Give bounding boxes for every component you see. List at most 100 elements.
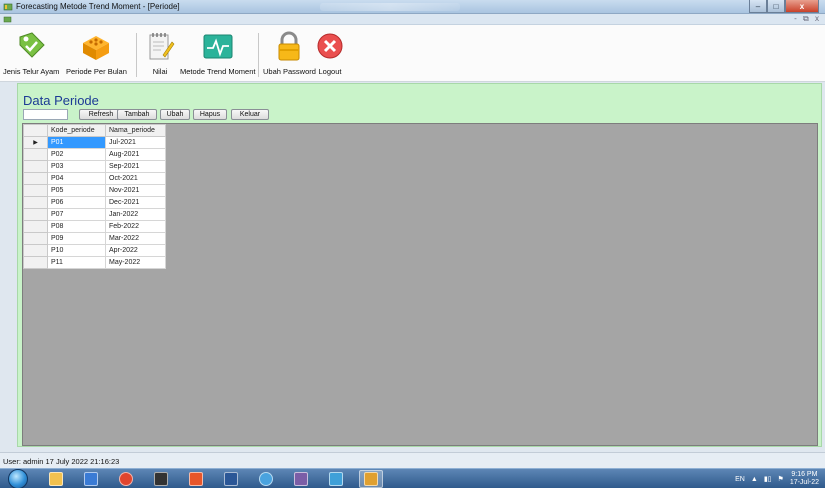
row-header[interactable] [23,172,48,185]
clock[interactable]: 9:16 PM 17-Jul-22 [790,471,819,487]
terminal-icon [154,472,168,486]
app-icon [3,3,13,11]
start-button[interactable] [8,469,28,488]
cell-nama-periode[interactable]: Feb-2022 [105,220,166,233]
table-row[interactable]: P10 Apr-2022 [23,244,166,257]
hapus-button[interactable]: Hapus [193,109,227,120]
keluar-button[interactable]: Keluar [231,109,269,120]
row-header[interactable]: ▶ [23,136,48,149]
toolbar-separator [136,33,137,77]
table-row[interactable]: P07 Jan-2022 [23,208,166,221]
cell-nama-periode[interactable]: Oct-2021 [105,172,166,185]
cell-nama-periode[interactable]: Sep-2021 [105,160,166,173]
cell-nama-periode[interactable]: Jul-2021 [105,136,166,149]
maximize-button[interactable]: □ [767,0,785,13]
toolbar-periode-per-bulan[interactable]: Periode Per Bulan [66,29,127,76]
table-row[interactable]: P11 May-2022 [23,256,166,269]
row-header[interactable] [23,160,48,173]
browser-icon [259,472,273,486]
table-row[interactable]: P02 Aug-2021 [23,148,166,161]
row-header[interactable] [23,244,48,257]
cell-kode-periode[interactable]: P07 [47,208,106,221]
periode-form: Data Periode Refresh Tambah Ubah Hapus K… [17,83,822,447]
cell-kode-periode[interactable]: P04 [47,172,106,185]
column-header-kode-periode[interactable]: Kode_periode [47,124,106,137]
row-header[interactable] [23,196,48,209]
minimize-button[interactable]: ‒ [749,0,767,13]
cell-kode-periode[interactable]: P10 [47,244,106,257]
taskbar-browser-icon[interactable] [254,470,278,488]
form-title: Data Periode [23,93,99,108]
cell-kode-periode[interactable]: P03 [47,160,106,173]
cell-nama-periode[interactable]: May-2022 [105,256,166,269]
cell-nama-periode[interactable]: Nov-2021 [105,184,166,197]
row-header[interactable] [23,256,48,269]
table-row[interactable]: P05 Nov-2021 [23,184,166,197]
toolbar-metode-trend-moment[interactable]: Metode Trend Moment [180,29,255,76]
window-title: Forecasting Metode Trend Moment - [Perio… [16,2,180,11]
taskbar-box-app-icon[interactable] [79,470,103,488]
close-circle-icon [317,33,343,59]
tag-icon [19,32,45,58]
taskbar-vs-icon[interactable] [289,470,313,488]
row-header-corner[interactable] [23,124,48,137]
office-icon [224,472,238,486]
network-status-icon[interactable]: ▮▯ [764,475,772,483]
row-header[interactable] [23,220,48,233]
toolbar-label: Metode Trend Moment [180,67,256,76]
search-input[interactable] [23,109,68,120]
mdi-window-controls[interactable]: - ⧉ x [794,14,821,24]
taskbar-office-icon[interactable] [219,470,243,488]
cell-kode-periode[interactable]: P09 [47,232,106,245]
close-button[interactable]: x [785,0,819,13]
row-header[interactable] [23,208,48,221]
cell-kode-periode[interactable]: P11 [47,256,106,269]
taskbar-chrome-icon[interactable] [114,470,138,488]
toolbar-label: Periode Per Bulan [66,67,127,76]
cell-kode-periode[interactable]: P01 [47,136,106,149]
table-row[interactable]: ▶ P01 Jul-2021 [23,136,166,149]
cell-nama-periode[interactable]: Mar-2022 [105,232,166,245]
mdi-child-icon[interactable] [3,15,12,24]
cell-kode-periode[interactable]: P05 [47,184,106,197]
row-header[interactable] [23,232,48,245]
taskbar-explorer-icon[interactable] [44,470,68,488]
notepad-icon [149,33,175,60]
toolbar-nilai[interactable]: Nilai [143,29,177,76]
ubah-button[interactable]: Ubah [160,109,190,120]
clock-time: 9:16 PM [791,471,818,478]
taskbar-terminal-icon[interactable] [149,470,173,488]
table-row[interactable]: P09 Mar-2022 [23,232,166,245]
tambah-button[interactable]: Tambah [117,109,157,120]
cell-nama-periode[interactable]: Apr-2022 [105,244,166,257]
table-row[interactable]: P06 Dec-2021 [23,196,166,209]
row-header[interactable] [23,148,48,161]
box-icon [83,36,110,60]
taskbar-codeblocks-icon[interactable] [184,470,208,488]
status-bar: User: admin 17 July 2022 21:16:23 [0,452,825,468]
taskbar-network-icon[interactable] [324,470,348,488]
cell-kode-periode[interactable]: P08 [47,220,106,233]
windows-taskbar: EN ▲ ▮▯ ⚑ 9:16 PM 17-Jul-22 [0,468,825,488]
row-header[interactable] [23,184,48,197]
flag-icon[interactable]: ⚑ [778,475,784,483]
cell-nama-periode[interactable]: Dec-2021 [105,196,166,209]
toolbar-logout[interactable]: Logout [313,29,347,76]
vs-icon [294,472,308,486]
table-row[interactable]: P04 Oct-2021 [23,172,166,185]
language-indicator[interactable]: EN [735,476,745,483]
data-grid[interactable]: Kode_periode Nama_periode ▶ P01 Jul-2021 P0… [22,123,818,446]
taskbar-forecast-app-icon[interactable] [359,470,383,488]
title-bar: Forecasting Metode Trend Moment - [Perio… [0,0,825,14]
toolbar-ubah-password[interactable]: Ubah Password [263,29,316,76]
table-row[interactable]: P03 Sep-2021 [23,160,166,173]
column-header-nama-periode[interactable]: Nama_periode [105,124,166,137]
cell-kode-periode[interactable]: P06 [47,196,106,209]
toolbar-jenis-telur-ayam[interactable]: Jenis Telur Ayam [3,29,59,76]
cell-kode-periode[interactable]: P02 [47,148,106,161]
table-row[interactable]: P08 Feb-2022 [23,220,166,233]
tray-expand-icon[interactable]: ▲ [751,476,758,483]
cell-nama-periode[interactable]: Jan-2022 [105,208,166,221]
cell-nama-periode[interactable]: Aug-2021 [105,148,166,161]
pulse-chart-icon [203,34,233,59]
